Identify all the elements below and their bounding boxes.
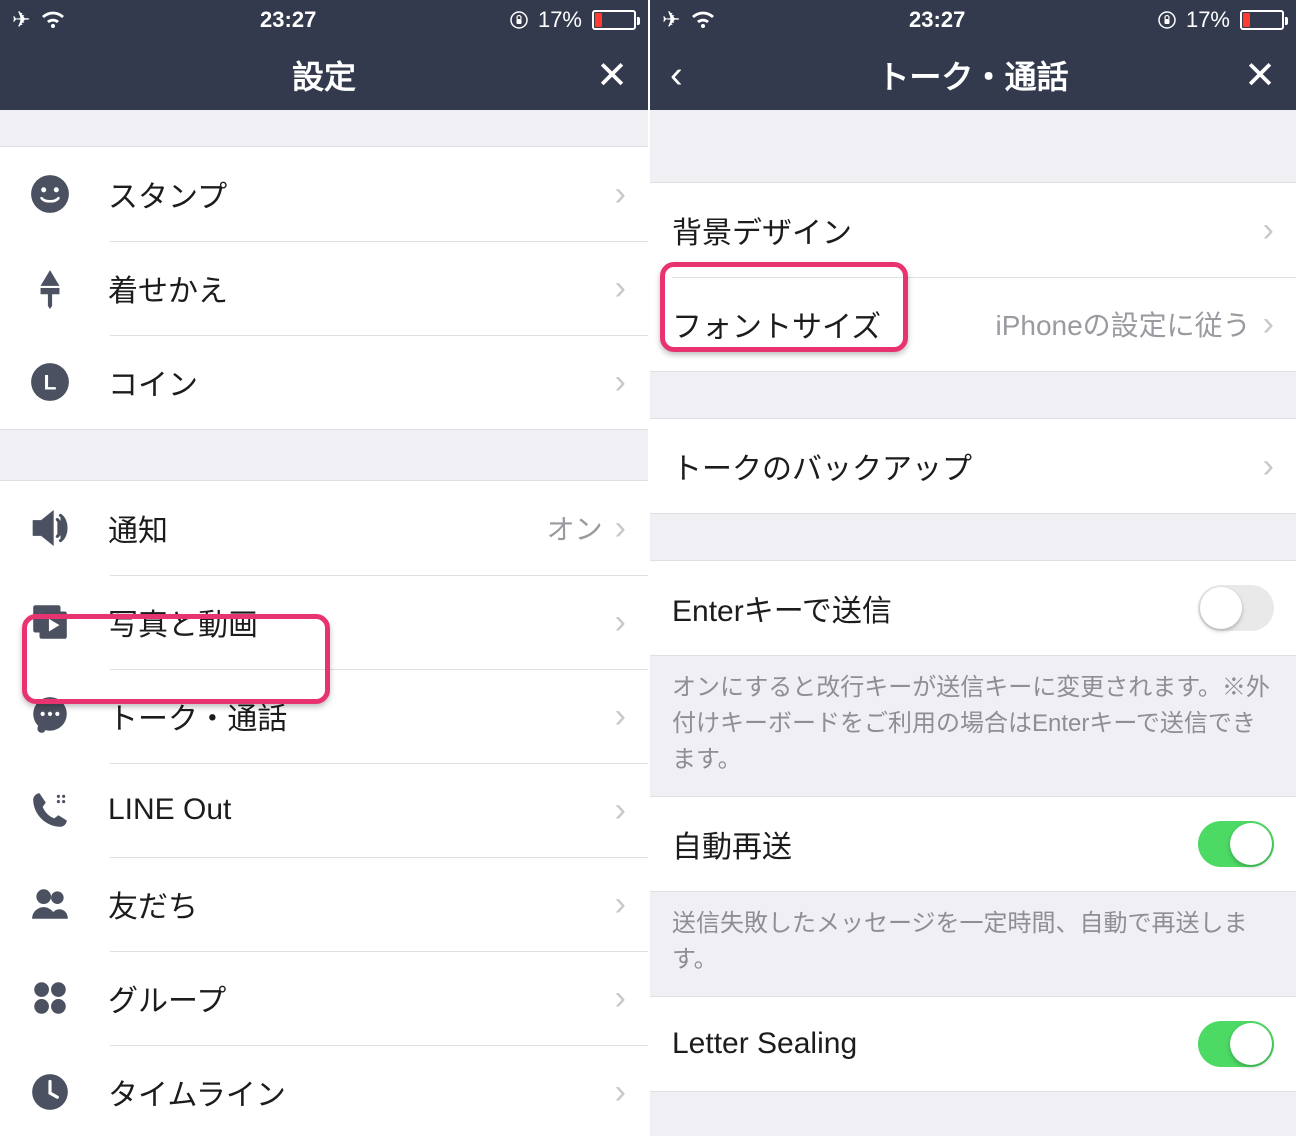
battery-pct: 17% <box>1186 7 1230 33</box>
chevron-right-icon: › <box>615 1073 626 1112</box>
speaker-icon <box>22 507 78 549</box>
row-label: 写真と動画 <box>108 600 615 644</box>
row-label: Letter Sealing <box>672 1027 1198 1061</box>
nav-bar: 設定 ✕ <box>0 40 648 110</box>
chevron-right-icon: › <box>615 697 626 736</box>
phone-settings: ✈︎ 23:27 17% 設定 ✕ スタンプ › <box>0 0 648 1136</box>
row-label: 友だち <box>108 882 615 926</box>
photos-icon <box>22 601 78 643</box>
chevron-right-icon: › <box>1263 305 1274 344</box>
row-font-size[interactable]: フォントサイズ iPhoneの設定に従う › <box>650 277 1296 371</box>
hint-enter-send: オンにすると改行キーが送信キーに変更されます。※外付けキーボードをご利用の場合は… <box>650 656 1296 796</box>
row-talk-call[interactable]: トーク・通話 › <box>0 669 648 763</box>
status-bar: ✈︎ 23:27 17% <box>650 0 1296 40</box>
hint-auto-resend: 送信失敗したメッセージを一定時間、自動で再送します。 <box>650 892 1296 996</box>
row-coin[interactable]: L コイン › <box>0 335 648 429</box>
row-label: グループ <box>108 976 615 1020</box>
row-timeline[interactable]: タイムライン › <box>0 1045 648 1136</box>
row-bg-design[interactable]: 背景デザイン › <box>650 183 1296 277</box>
chevron-right-icon: › <box>615 603 626 642</box>
phone-talk-call: ✈︎ 23:27 17% ‹ トーク・通話 ✕ 背景デザイン › フォントサイズ… <box>648 0 1296 1136</box>
chevron-right-icon: › <box>615 885 626 924</box>
row-value: オン <box>547 508 603 548</box>
row-label: スタンプ <box>108 172 615 216</box>
row-label: Enterキーで送信 <box>672 586 1198 630</box>
nav-bar: ‹ トーク・通話 ✕ <box>650 40 1296 110</box>
group-backup: トークのバックアップ › <box>650 418 1296 514</box>
status-time: 23:27 <box>716 7 1158 33</box>
airplane-icon: ✈︎ <box>662 7 680 33</box>
toggle-enter-send[interactable] <box>1198 585 1274 631</box>
chevron-right-icon: › <box>615 791 626 830</box>
group-letter-sealing: Letter Sealing <box>650 996 1296 1092</box>
row-stickers[interactable]: スタンプ › <box>0 147 648 241</box>
smile-icon <box>22 173 78 215</box>
close-button[interactable]: ✕ <box>1244 53 1276 98</box>
chat-icon <box>22 695 78 737</box>
battery-icon <box>1240 10 1284 30</box>
status-time: 23:27 <box>66 7 510 33</box>
row-auto-resend[interactable]: 自動再送 <box>650 797 1296 891</box>
chevron-right-icon: › <box>1263 447 1274 486</box>
row-label: トークのバックアップ <box>672 444 1263 488</box>
row-label: LINE Out <box>108 793 615 827</box>
toggle-auto-resend[interactable] <box>1198 821 1274 867</box>
chevron-right-icon: › <box>615 269 626 308</box>
row-label: コイン <box>108 360 615 404</box>
row-label: フォントサイズ <box>672 302 995 346</box>
row-letter-sealing[interactable]: Letter Sealing <box>650 997 1296 1091</box>
clock-icon <box>22 1071 78 1113</box>
phone-icon <box>22 789 78 831</box>
row-line-out[interactable]: LINE Out › <box>0 763 648 857</box>
status-bar: ✈︎ 23:27 17% <box>0 0 648 40</box>
settings-group-1: スタンプ › 着せかえ › L コイン › <box>0 146 648 430</box>
row-label: 着せかえ <box>108 266 615 310</box>
coin-icon: L <box>22 361 78 403</box>
battery-icon <box>592 10 636 30</box>
chevron-right-icon: › <box>615 979 626 1018</box>
chevron-right-icon: › <box>615 363 626 402</box>
group-design: 背景デザイン › フォントサイズ iPhoneの設定に従う › <box>650 182 1296 372</box>
row-label: 自動再送 <box>672 822 1198 866</box>
brush-icon <box>22 267 78 309</box>
battery-pct: 17% <box>538 7 582 33</box>
lock-icon <box>1158 11 1176 29</box>
lock-icon <box>510 11 528 29</box>
row-groups[interactable]: グループ › <box>0 951 648 1045</box>
row-talk-backup[interactable]: トークのバックアップ › <box>650 419 1296 513</box>
group-enter-send: Enterキーで送信 <box>650 560 1296 656</box>
wifi-icon <box>690 10 716 30</box>
row-label: タイムライン <box>108 1070 615 1114</box>
airplane-icon: ✈︎ <box>12 7 30 33</box>
row-photos-videos[interactable]: 写真と動画 › <box>0 575 648 669</box>
back-button[interactable]: ‹ <box>670 54 683 97</box>
chevron-right-icon: › <box>1263 211 1274 250</box>
group-auto-resend: 自動再送 <box>650 796 1296 892</box>
row-notifications[interactable]: 通知 オン › <box>0 481 648 575</box>
row-value: iPhoneの設定に従う <box>995 304 1250 344</box>
chevron-right-icon: › <box>615 175 626 214</box>
row-friends[interactable]: 友だち › <box>0 857 648 951</box>
settings-group-2: 通知 オン › 写真と動画 › トーク・通話 › LINE Out › <box>0 480 648 1136</box>
chevron-right-icon: › <box>615 509 626 548</box>
row-enter-send[interactable]: Enterキーで送信 <box>650 561 1296 655</box>
svg-text:L: L <box>44 371 57 394</box>
row-themes[interactable]: 着せかえ › <box>0 241 648 335</box>
page-title: 設定 <box>0 52 648 98</box>
close-button[interactable]: ✕ <box>596 53 628 98</box>
row-label: 通知 <box>108 506 547 550</box>
row-label: トーク・通話 <box>108 694 615 738</box>
dots4-icon <box>22 977 78 1019</box>
friends-icon <box>22 883 78 925</box>
row-label: 背景デザイン <box>672 208 1263 252</box>
page-title: トーク・通話 <box>650 52 1296 98</box>
toggle-letter-sealing[interactable] <box>1198 1021 1274 1067</box>
wifi-icon <box>40 10 66 30</box>
